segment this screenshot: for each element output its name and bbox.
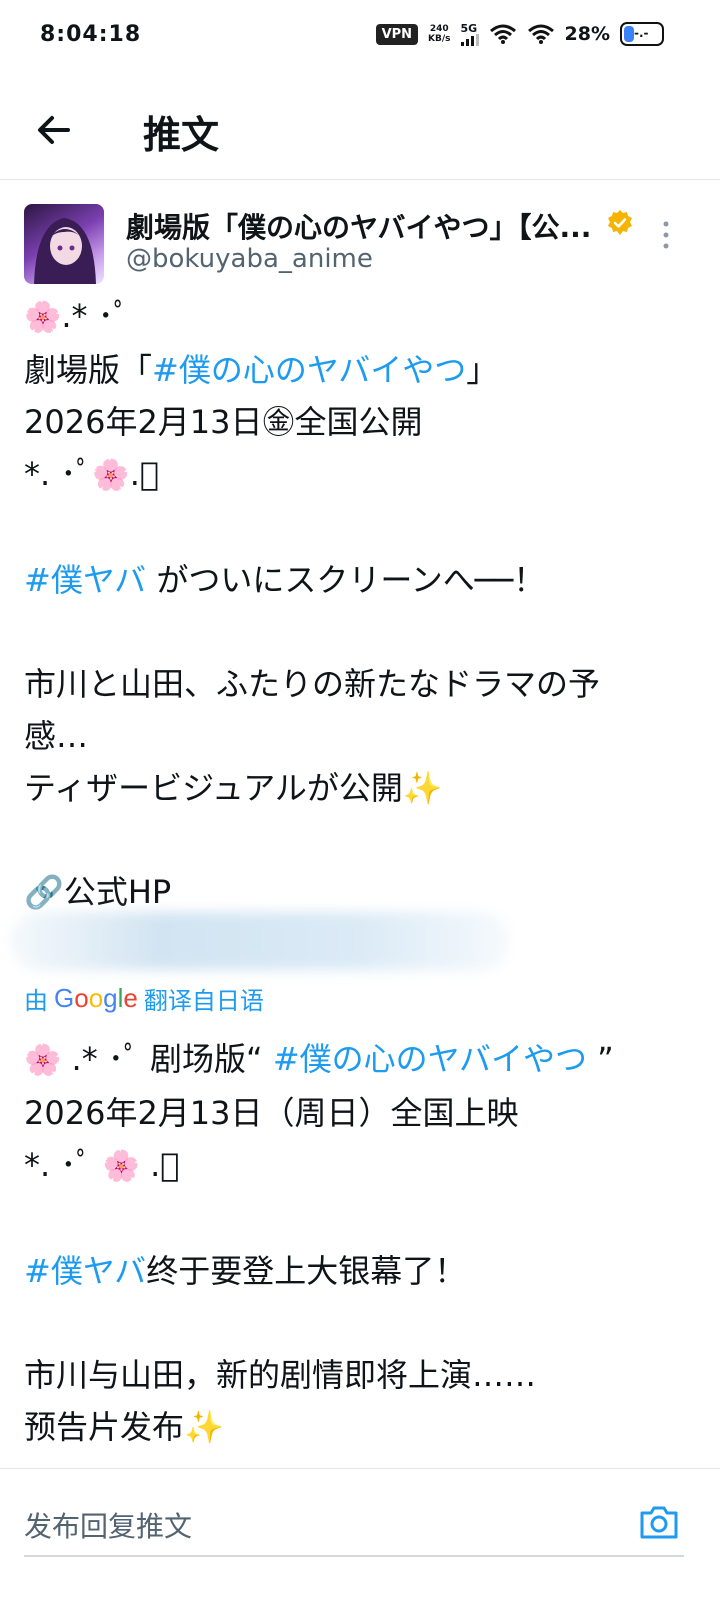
decor-dots: .ﾟ <box>139 1146 180 1184</box>
hashtag-link[interactable]: #僕の心のヤバイやつ <box>152 351 466 389</box>
page-title: 推文 <box>143 113 220 157</box>
hashtag-link[interactable]: #僕ヤバ <box>24 1252 146 1290</box>
tweet-line: 🔗公式HP <box>24 866 696 918</box>
reply-bar: 发布回复推文 <box>0 1468 720 1600</box>
text-span: ティザービジュアルが公開 <box>24 769 403 807</box>
translated-text: 🌸 .* ･ﾟ 剧场版“ #僕の心のヤバイやつ ” 2026年2月13日（周日）… <box>24 1033 696 1453</box>
tweet-line: 劇場版「#僕の心のヤバイやつ」 <box>24 344 696 396</box>
status-time: 8:04:18 <box>40 22 142 47</box>
decor-dots: *. ･ﾟ <box>24 455 93 493</box>
decor-dots: *. ･ﾟ <box>24 1146 103 1184</box>
tweet-line: ティザービジュアルが公開✨ <box>24 762 696 814</box>
cherry-blossom-emoji: 🌸 <box>24 1043 62 1078</box>
tweet-line: 🌸.* ･ﾟ <box>24 290 696 344</box>
network-type: 5G <box>460 21 478 35</box>
more-vertical-icon <box>663 221 669 249</box>
tweet-line: *. ･ﾟ🌸.ﾟ <box>24 448 696 502</box>
net-speed-value: 240 <box>429 24 449 34</box>
avatar-image <box>34 218 96 284</box>
cherry-blossom-emoji: 🌸 <box>92 458 130 493</box>
camera-button[interactable] <box>638 1501 680 1543</box>
text-span: 」 <box>466 351 499 389</box>
verified-badge-icon <box>608 210 632 235</box>
hashtag-link[interactable]: #僕の心のヤバイやつ <box>273 1040 587 1078</box>
text-span: 预告片发布 <box>24 1408 185 1446</box>
top-app-bar: 推文 <box>0 80 720 180</box>
translation-line: 市川与山田，新的剧情即将上演…… <box>24 1356 537 1394</box>
author-avatar[interactable] <box>24 204 104 284</box>
wifi-icon-secondary <box>527 24 554 44</box>
net-speed: 240 KB/s <box>428 24 450 44</box>
text-span: がついにスクリーンへ──！ <box>146 561 546 599</box>
translation-line: #僕ヤバ终于要登上大银幕了！ <box>24 1245 696 1297</box>
reply-divider <box>24 1555 684 1557</box>
status-icons: VPN 240 KB/s 5G 28% -.- <box>375 21 664 46</box>
back-arrow-icon <box>38 116 70 144</box>
battery-percent: 28% <box>564 23 610 45</box>
cherry-blossom-emoji: 🌸 <box>102 1149 140 1184</box>
sparkles-emoji: ✨ <box>402 769 443 807</box>
status-bar: 8:04:18 VPN 240 KB/s 5G 28% -.- <box>0 0 720 70</box>
text-span: ” <box>587 1040 614 1078</box>
battery-icon: -.- <box>620 22 664 46</box>
author-handle[interactable]: @bokuyaba_anime <box>126 244 373 274</box>
redacted-link[interactable] <box>10 912 510 970</box>
text-span: 劇場版「 <box>24 351 153 389</box>
text-span: 公式HP <box>63 873 172 911</box>
more-options-button[interactable] <box>652 218 680 252</box>
translation-line: *. ･ﾟ 🌸 .ﾟ <box>24 1139 696 1193</box>
back-button[interactable] <box>28 104 80 156</box>
decor-dots: .ﾟ <box>129 455 160 493</box>
translate-suffix: 翻译自日语 <box>143 987 264 1015</box>
decor-dots: .* ･ﾟ <box>61 297 130 335</box>
tweet-text: 🌸.* ･ﾟ 劇場版「#僕の心のヤバイやつ」 2026年2月13日㊎全国公開 *… <box>24 290 696 918</box>
camera-icon <box>640 1506 678 1539</box>
tweet-line: #僕ヤバ がついにスクリーンへ──！ <box>24 554 696 606</box>
hashtag-link[interactable]: #僕ヤバ <box>24 561 146 599</box>
author-name[interactable]: 劇場版「僕の心のヤバイやつ」【公... <box>126 206 606 246</box>
sparkles-emoji: ✨ <box>184 1408 224 1446</box>
tweet-line: 感… <box>24 717 89 755</box>
text-span: .* ･ﾟ 剧场版“ <box>61 1040 273 1078</box>
translation-line: 预告片发布✨ <box>24 1401 696 1453</box>
wifi-icon <box>489 24 516 44</box>
link-icon: 🔗 <box>24 873 64 911</box>
translation-line: 2026年2月13日（周日）全国上映 <box>24 1094 519 1132</box>
translate-prefix: 由 <box>24 987 48 1015</box>
tweet-line: 市川と山田、ふたりの新たなドラマの予 <box>24 665 601 703</box>
cellular-signal-icon: 5G <box>460 21 479 46</box>
translation-line: 🌸 .* ･ﾟ 剧场版“ #僕の心のヤバイやつ ” <box>24 1033 696 1087</box>
net-speed-unit: KB/s <box>428 34 451 44</box>
reply-input[interactable]: 发布回复推文 <box>24 1505 192 1545</box>
google-logo: Google <box>54 983 138 1013</box>
translation-attribution[interactable]: 由 Google 翻译自日语 <box>24 981 264 1016</box>
tweet-line: 2026年2月13日㊎全国公開 <box>24 403 423 441</box>
vpn-badge: VPN <box>375 23 419 45</box>
text-span: 终于要登上大银幕了！ <box>146 1252 467 1290</box>
cherry-blossom-emoji: 🌸 <box>24 300 62 335</box>
